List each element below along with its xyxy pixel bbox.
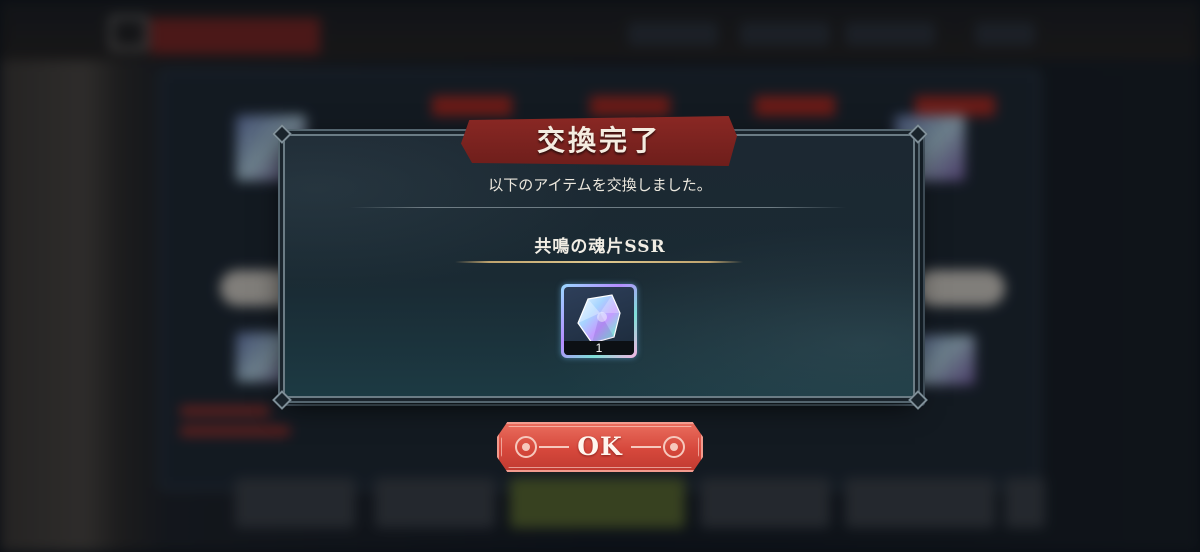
gold-divider: [455, 261, 743, 263]
exchange-complete-dialog: 交換完了 以下のアイテムを交換しました。 共鳴の魂片SSR 1: [272, 116, 928, 410]
dialog-title: 交換完了: [536, 124, 661, 157]
item-tile[interactable]: 1: [561, 284, 637, 358]
dialog-message: 以下のアイテムを交換しました。: [488, 176, 712, 194]
divider: [350, 207, 846, 208]
item-quantity: 1: [564, 341, 634, 355]
soul-shard-crystal-icon: [577, 294, 621, 344]
dialog-title-banner: 交換完了: [461, 116, 737, 166]
item-name: 共鳴の魂片SSR: [534, 237, 666, 257]
ok-button[interactable]: OK: [497, 422, 703, 472]
ok-button-label: OK: [577, 432, 623, 461]
